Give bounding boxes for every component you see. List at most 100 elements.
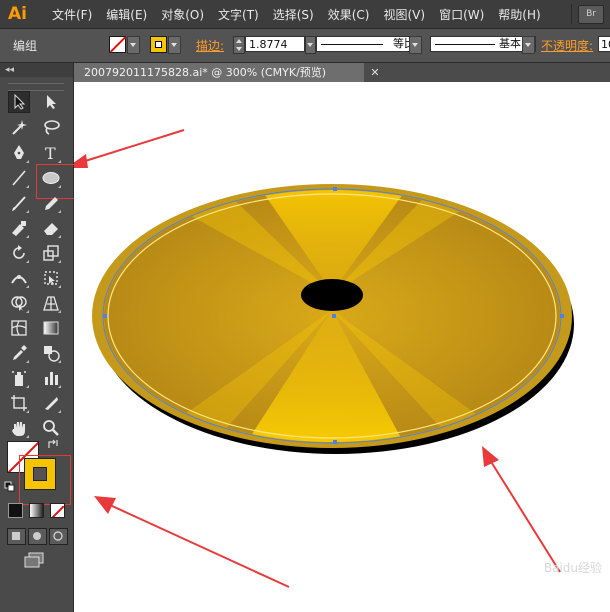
- swap-fill-stroke-icon[interactable]: [46, 437, 60, 451]
- lasso-icon: [44, 120, 60, 135]
- pencil-tool[interactable]: [40, 192, 62, 214]
- artboard-tool[interactable]: [8, 392, 30, 414]
- mesh-tool[interactable]: [8, 317, 30, 339]
- menu-divider: [571, 4, 572, 24]
- annotation-arrow-disc: [482, 446, 561, 573]
- shape-builder-tool[interactable]: [8, 292, 30, 314]
- perspective-grid-tool[interactable]: [40, 292, 62, 314]
- perspective-grid-icon: [43, 296, 59, 311]
- blend-icon: [44, 346, 60, 362]
- fill-swatch-none[interactable]: [109, 36, 126, 53]
- bridge-button[interactable]: Br: [578, 5, 604, 24]
- anchor-right[interactable]: [560, 314, 564, 318]
- stroke-weight-input[interactable]: 1.8774: [245, 36, 305, 52]
- slice-icon: [45, 397, 58, 410]
- menu-view[interactable]: 视图(V): [383, 6, 425, 23]
- paintbrush-tool[interactable]: [8, 192, 30, 214]
- none-mode-button[interactable]: [50, 503, 65, 518]
- eraser-tool[interactable]: [40, 217, 62, 239]
- blob-brush-tool[interactable]: [8, 217, 30, 239]
- hand-tool[interactable]: [8, 417, 30, 439]
- anchor-bottom[interactable]: [333, 440, 337, 444]
- brush-label: 基本: [499, 37, 521, 50]
- anchor-left[interactable]: [103, 314, 107, 318]
- brush-dropdown-arrow[interactable]: [522, 36, 535, 54]
- rotate-tool[interactable]: [8, 242, 30, 264]
- color-mode-button[interactable]: [8, 503, 23, 518]
- blob-brush-icon: [12, 221, 26, 236]
- magic-wand-tool[interactable]: [8, 116, 30, 138]
- zoom-tool[interactable]: [40, 417, 62, 439]
- opacity-input[interactable]: 10: [598, 36, 610, 52]
- anchor-top[interactable]: [333, 187, 337, 191]
- free-transform-tool[interactable]: [40, 267, 62, 289]
- stroke-label[interactable]: 描边:: [196, 37, 224, 54]
- menu-bar: Ai 文件(F) 编辑(E) 对象(O) 文字(T) 选择(S) 效果(C) 视…: [0, 0, 610, 29]
- direct-selection-tool[interactable]: [40, 91, 62, 113]
- blend-tool[interactable]: [40, 342, 62, 364]
- column-graph-icon: [45, 372, 58, 385]
- anchor-center[interactable]: [332, 314, 336, 318]
- column-graph-tool[interactable]: [40, 367, 62, 389]
- menu-type[interactable]: 文字(T): [218, 6, 259, 23]
- menu-edit[interactable]: 编辑(E): [106, 6, 147, 23]
- tools-panel-header[interactable]: ◂◂: [0, 63, 73, 77]
- scale-tool[interactable]: [40, 242, 62, 264]
- stroke-dropdown-arrow[interactable]: [168, 36, 181, 54]
- pen-icon: [14, 145, 24, 159]
- draw-behind-button[interactable]: [28, 528, 47, 545]
- gradient-mode-button[interactable]: [29, 503, 44, 518]
- line-segment-icon: [12, 170, 26, 186]
- stroke-swatch-yellow[interactable]: [150, 36, 167, 53]
- stroke-stepper[interactable]: [233, 36, 245, 54]
- eyedropper-icon: [13, 345, 27, 360]
- control-bar: 编组 描边: 1.8774 等比 基本 不透明度: 10: [0, 29, 610, 63]
- artwork: [74, 129, 574, 588]
- annotation-arrow-ellipse-tool: [74, 129, 185, 168]
- stroke-weight-dropdown[interactable]: [305, 36, 316, 54]
- fill-dropdown-arrow[interactable]: [127, 36, 140, 54]
- disc-center-hole[interactable]: [301, 279, 363, 311]
- gradient-icon: [43, 321, 59, 335]
- scale-icon: [43, 245, 59, 261]
- menu-help[interactable]: 帮助(H): [498, 6, 540, 23]
- brush-definition[interactable]: 基本: [430, 36, 536, 52]
- direct-selection-icon: [47, 95, 56, 109]
- lasso-tool[interactable]: [40, 116, 62, 138]
- watermark: Baidu经验: [543, 561, 602, 575]
- menu-select[interactable]: 选择(S): [273, 6, 314, 23]
- selection-type-label: 编组: [13, 39, 38, 53]
- pen-tool[interactable]: [8, 142, 30, 164]
- symbol-sprayer-tool[interactable]: [8, 367, 30, 389]
- menu-file[interactable]: 文件(F): [52, 6, 92, 23]
- slice-tool[interactable]: [40, 392, 62, 414]
- menu-effect[interactable]: 效果(C): [328, 6, 370, 23]
- tools-panel-grip[interactable]: [8, 83, 64, 91]
- close-document-icon[interactable]: ✕: [368, 63, 382, 82]
- variable-width-profile[interactable]: 等比: [316, 36, 420, 52]
- width-tool[interactable]: [8, 267, 30, 289]
- type-icon: T: [45, 144, 56, 162]
- width-icon: [11, 275, 27, 284]
- menu-object[interactable]: 对象(O): [161, 6, 204, 23]
- line-segment-tool[interactable]: [8, 167, 30, 189]
- selection-tool[interactable]: [8, 91, 30, 113]
- eyedropper-tool[interactable]: [8, 342, 30, 364]
- draw-normal-button[interactable]: [7, 528, 26, 545]
- default-colors-icon[interactable]: [4, 481, 16, 493]
- symbol-sprayer-icon: [12, 371, 26, 386]
- type-tool[interactable]: T: [40, 142, 62, 164]
- profile-dropdown-arrow[interactable]: [409, 36, 422, 54]
- profile-line: [321, 44, 383, 45]
- screen-mode-button[interactable]: [22, 551, 46, 569]
- menu-window[interactable]: 窗口(W): [439, 6, 484, 23]
- draw-inside-button[interactable]: [49, 528, 68, 545]
- artboard-canvas[interactable]: Baidu经验: [74, 82, 610, 612]
- selection-arrow-icon: [14, 94, 26, 110]
- free-transform-icon: [44, 271, 58, 285]
- document-tab[interactable]: 200792011175828.ai* @ 300% (CMYK/预览): [74, 63, 364, 82]
- paintbrush-icon: [12, 196, 26, 211]
- gradient-tool[interactable]: [40, 317, 62, 339]
- artboard-icon: [11, 395, 27, 411]
- opacity-label[interactable]: 不透明度:: [541, 37, 593, 54]
